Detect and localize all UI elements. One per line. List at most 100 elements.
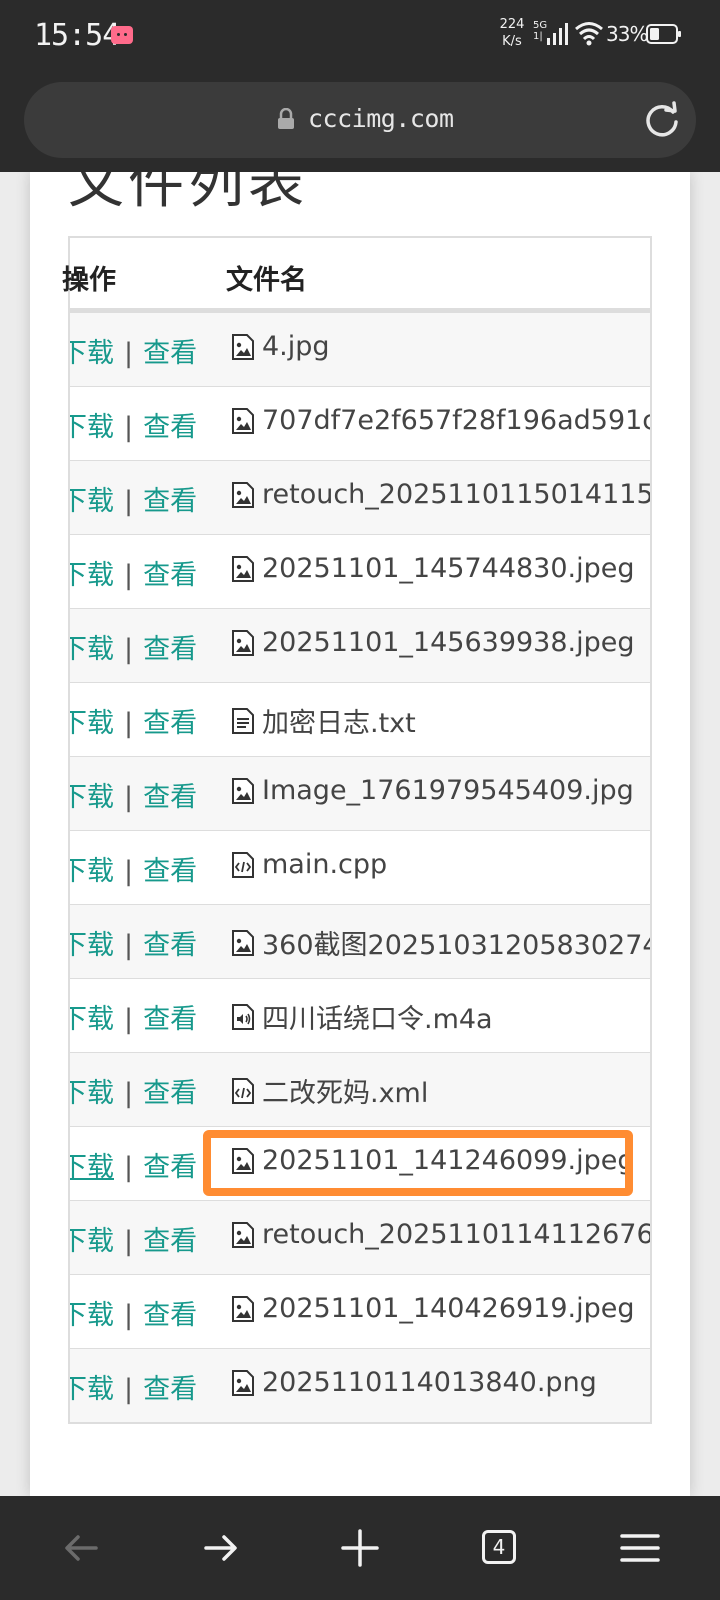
view-link[interactable]: 查看: [143, 1374, 197, 1405]
file-name-link[interactable]: 20251101_140426919.jpeg: [230, 1293, 635, 1324]
download-link[interactable]: 下载: [70, 412, 114, 443]
view-link[interactable]: 查看: [143, 1152, 197, 1183]
view-link[interactable]: 查看: [143, 634, 197, 665]
view-link[interactable]: 查看: [143, 782, 197, 813]
view-link[interactable]: 查看: [143, 1226, 197, 1257]
reload-icon[interactable]: [642, 100, 682, 140]
row-actions: 下载 | 查看: [70, 479, 197, 518]
row-actions: 下载 | 查看: [70, 1219, 197, 1258]
view-link[interactable]: 查看: [143, 1078, 197, 1109]
image-file-icon: [232, 1369, 254, 1396]
file-name: 四川话绕口令.m4a: [262, 1004, 493, 1035]
view-link[interactable]: 查看: [143, 856, 197, 887]
row-actions: 下载 | 查看: [70, 923, 197, 962]
view-link[interactable]: 查看: [143, 412, 197, 443]
view-link[interactable]: 查看: [143, 708, 197, 739]
file-name-link[interactable]: retouch_2025110114112676.png: [230, 1219, 650, 1250]
text-file-icon: [232, 707, 254, 734]
file-name: main.cpp: [262, 849, 388, 880]
download-link[interactable]: 下载: [70, 338, 114, 369]
file-name: 二改死妈.xml: [262, 1078, 429, 1109]
view-link[interactable]: 查看: [143, 560, 197, 591]
download-link[interactable]: 下载: [70, 856, 114, 887]
action-separator: |: [124, 634, 134, 665]
lock-icon: [278, 108, 294, 129]
table-row: 下载 | 查看 20251101_140426919.jpeg: [70, 1274, 650, 1348]
file-name-link[interactable]: 20251101_145639938.jpeg: [230, 627, 635, 658]
table-row: 下载 | 查看 20251101_145639938.jpeg: [70, 608, 650, 682]
table-row: 下载 | 查看 Image_1761979545409.jpg: [70, 756, 650, 830]
table-row: 下载 | 查看 retouch_2025110114112676.png: [70, 1200, 650, 1274]
download-link[interactable]: 下载: [70, 1300, 114, 1331]
file-name-link[interactable]: retouch_2025110115014115.png: [230, 479, 650, 510]
download-link[interactable]: 下载: [70, 486, 114, 517]
download-link[interactable]: 下载: [70, 708, 114, 739]
table-row: 下载 | 查看 四川话绕口令.m4a: [70, 978, 650, 1052]
status-time: 15:54: [34, 18, 120, 53]
file-name: Image_1761979545409.jpg: [262, 775, 634, 806]
menu-icon[interactable]: [616, 1524, 664, 1572]
file-name-link[interactable]: 20251101_145744830.jpeg: [230, 553, 635, 584]
web-page: 文件列表 操作 文件名 下载 | 查看 4.jpg 下载 | 查看 707df7e2f657f…: [30, 172, 690, 1496]
download-link[interactable]: 下载: [70, 1374, 114, 1405]
row-actions: 下载 | 查看: [70, 627, 197, 666]
action-separator: |: [124, 338, 134, 369]
new-tab-plus-icon[interactable]: [336, 1524, 384, 1572]
view-link[interactable]: 查看: [143, 930, 197, 961]
table-row: 下载 | 查看 4.jpg: [70, 312, 650, 386]
bottom-nav-bar: 4: [0, 1496, 720, 1600]
table-row: 下载 | 查看 707df7e2f657f28f196ad591cb9: [70, 386, 650, 460]
network-type-bottom: 1|: [533, 31, 543, 42]
image-file-icon: [232, 1221, 254, 1248]
download-link[interactable]: 下载: [70, 782, 114, 813]
status-bar: 15:54 224 K/s 5G 1| 33%: [0, 0, 720, 74]
file-name-link[interactable]: 360截图20251031205830274.jpg: [230, 923, 650, 962]
download-link[interactable]: 下载: [70, 1004, 114, 1035]
table-row: 下载 | 查看 main.cpp: [70, 830, 650, 904]
file-name-link[interactable]: 加密日志.txt: [230, 701, 416, 740]
file-name-link[interactable]: 四川话绕口令.m4a: [230, 997, 493, 1036]
url-text[interactable]: cccimg.com: [308, 104, 454, 133]
back-arrow-icon[interactable]: [58, 1524, 106, 1572]
action-separator: |: [124, 1152, 134, 1183]
row-actions: 下载 | 查看: [70, 1293, 197, 1332]
file-name-link[interactable]: 4.jpg: [230, 331, 330, 362]
file-name-link[interactable]: Image_1761979545409.jpg: [230, 775, 634, 806]
download-link[interactable]: 下载: [70, 1226, 114, 1257]
file-name: 加密日志.txt: [262, 708, 416, 739]
action-separator: |: [124, 930, 134, 961]
row-actions: 下载 | 查看: [70, 775, 197, 814]
row-actions: 下载 | 查看: [70, 1145, 197, 1184]
network-speed: 224 K/s: [496, 16, 528, 50]
file-name-link[interactable]: 2025110114013840.png: [230, 1367, 597, 1398]
tab-count-button[interactable]: 4: [482, 1530, 516, 1564]
action-separator: |: [124, 412, 134, 443]
download-link[interactable]: 下载: [70, 560, 114, 591]
file-name-link[interactable]: 二改死妈.xml: [230, 1071, 428, 1110]
address-bar[interactable]: cccimg.com: [24, 82, 696, 158]
file-name: 2025110114013840.png: [262, 1367, 597, 1398]
network-type: 5G 1|: [533, 20, 547, 42]
action-separator: |: [124, 708, 134, 739]
image-file-icon: [232, 407, 254, 434]
forward-arrow-icon[interactable]: [196, 1524, 244, 1572]
download-link[interactable]: 下载: [70, 1078, 114, 1109]
download-link[interactable]: 下载: [70, 930, 114, 961]
view-link[interactable]: 查看: [143, 1004, 197, 1035]
download-link[interactable]: 下载: [70, 1152, 114, 1183]
file-name: 20251101_145744830.jpeg: [262, 553, 635, 584]
file-name-link[interactable]: 707df7e2f657f28f196ad591cb9: [230, 405, 650, 436]
table-row: 下载 | 查看 20251101_145744830.jpeg: [70, 534, 650, 608]
table-row: 下载 | 查看 二改死妈.xml: [70, 1052, 650, 1126]
action-separator: |: [124, 486, 134, 517]
tv-app-icon: [111, 26, 133, 44]
action-separator: |: [124, 560, 134, 591]
download-link[interactable]: 下载: [70, 634, 114, 665]
file-name-link[interactable]: main.cpp: [230, 849, 387, 880]
view-link[interactable]: 查看: [143, 1300, 197, 1331]
table-row: 下载 | 查看 2025110114013840.png: [70, 1348, 650, 1422]
view-link[interactable]: 查看: [143, 486, 197, 517]
view-link[interactable]: 查看: [143, 338, 197, 369]
file-name-link[interactable]: 20251101_141246099.jpeg: [230, 1145, 635, 1176]
table-row: 下载 | 查看 360截图20251031205830274.jpg: [70, 904, 650, 978]
